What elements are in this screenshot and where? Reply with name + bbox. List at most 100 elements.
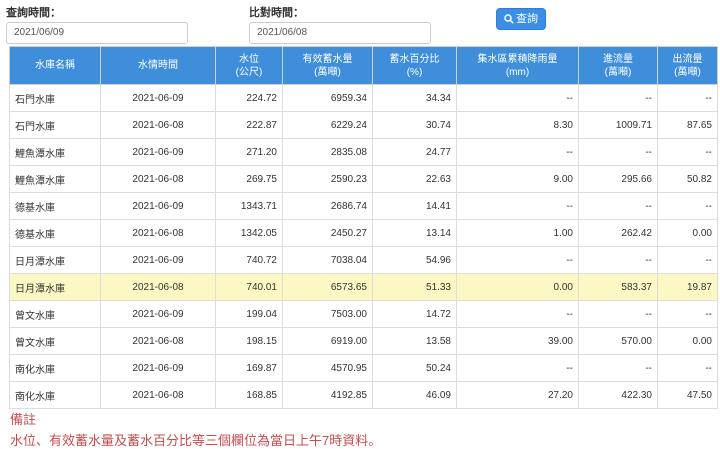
query-time-label: 查詢時間： <box>6 7 61 19</box>
water-time-cell: 2021-06-09 <box>100 354 216 382</box>
inflow-cell: -- <box>578 246 658 274</box>
table-row: 日月潭水庫 2021-06-09 740.72 7038.04 54.96 -- -- -- <box>9 246 718 274</box>
reservoir-name-cell: 德基水庫 <box>9 192 101 220</box>
storage-percentage-cell: 14.72 <box>372 300 457 328</box>
water-time-cell: 2021-06-09 <box>100 138 216 166</box>
column-header: 蓄水百分比 (%) <box>372 46 457 85</box>
catchment-rainfall-cell: -- <box>456 84 579 112</box>
water-level-cell: 740.01 <box>215 273 283 301</box>
water-level-cell: 168.85 <box>215 381 283 409</box>
column-header-text: (公尺) <box>235 66 263 78</box>
outflow-cell: 0.00 <box>657 327 718 355</box>
column-header-text: (萬噸) <box>604 66 632 78</box>
effective-storage-cell: 2590.23 <box>282 165 373 193</box>
inflow-cell: -- <box>578 354 658 382</box>
table-row: 南化水庫 2021-06-08 168.85 4192.85 46.09 27.20 422… <box>9 381 718 409</box>
water-level-cell: 169.87 <box>215 354 283 382</box>
inflow-cell: -- <box>578 192 658 220</box>
storage-percentage-cell: 46.09 <box>372 381 457 409</box>
outflow-cell: 50.82 <box>657 165 718 193</box>
water-level-cell: 222.87 <box>215 111 283 139</box>
column-header-text: (萬噸) <box>314 66 341 78</box>
water-time-cell: 2021-06-08 <box>100 219 216 247</box>
column-header: 有效蓄水量 (萬噸) <box>282 46 373 85</box>
effective-storage-cell: 2686.74 <box>282 192 373 220</box>
water-time-cell: 2021-06-08 <box>100 327 216 355</box>
table-row: 日月潭水庫 2021-06-08 740.01 6573.65 51.33 0.00 583… <box>9 273 718 301</box>
inflow-cell: 1009.71 <box>578 111 658 139</box>
reservoir-name-cell: 南化水庫 <box>9 354 101 382</box>
catchment-rainfall-cell: -- <box>456 300 579 328</box>
query-time-input[interactable]: 2021/06/09 <box>6 22 188 44</box>
outflow-cell: 19.87 <box>657 273 718 301</box>
inflow-cell: -- <box>578 84 658 112</box>
table-row: 石門水庫 2021-06-08 222.87 6229.24 30.74 8.30 1009… <box>9 111 718 139</box>
table-row: 曾文水庫 2021-06-08 198.15 6919.00 13.58 39.00 570… <box>9 327 718 355</box>
search-icon <box>504 14 514 24</box>
water-time-cell: 2021-06-09 <box>100 192 216 220</box>
table-row: 鯉魚潭水庫 2021-06-08 269.75 2590.23 22.63 9.00 295… <box>9 165 718 193</box>
water-level-cell: 1343.71 <box>215 192 283 220</box>
storage-percentage-cell: 14.41 <box>372 192 457 220</box>
storage-percentage-cell: 51.33 <box>372 273 457 301</box>
table-header: 水庫名稱 水情時間 水位 (公尺) 有效蓄水量 (萬噸) 蓄水百分比 (%) 集水區累積降雨量(… <box>9 46 718 85</box>
storage-percentage-cell: 13.14 <box>372 219 457 247</box>
compare-time-input[interactable]: 2021/06/08 <box>249 22 431 44</box>
water-level-cell: 199.04 <box>215 300 283 328</box>
outflow-cell: 47.50 <box>657 381 718 409</box>
column-header-text: 集水區累積降雨量 <box>477 53 558 65</box>
table-body: 石門水庫 2021-06-09 224.72 6959.34 34.34 -- -- -- 石門… <box>9 84 718 409</box>
outflow-cell: -- <box>657 354 718 382</box>
effective-storage-cell: 2835.08 <box>282 138 373 166</box>
outflow-cell: -- <box>657 138 718 166</box>
header-row: 水庫名稱 水情時間 水位 (公尺) 有效蓄水量 (萬噸) 蓄水百分比 (%) 集水區累積降雨量(… <box>9 46 718 85</box>
storage-percentage-cell: 22.63 <box>372 165 457 193</box>
column-header-text: 有效蓄水量 <box>302 53 353 65</box>
effective-storage-cell: 6919.00 <box>282 327 373 355</box>
effective-storage-cell: 2450.27 <box>282 219 373 247</box>
column-header: 出流量 (萬噸) <box>657 46 718 85</box>
water-level-cell: 271.20 <box>215 138 283 166</box>
storage-percentage-cell: 13.58 <box>372 327 457 355</box>
reservoir-name-cell: 曾文水庫 <box>9 300 101 328</box>
table-row: 南化水庫 2021-06-09 169.87 4570.95 50.24 -- -- -- <box>9 354 718 382</box>
catchment-rainfall-cell: -- <box>456 354 579 382</box>
catchment-rainfall-cell: -- <box>456 246 579 274</box>
note-title: 備註 <box>10 412 37 427</box>
effective-storage-cell: 7038.04 <box>282 246 373 274</box>
water-time-cell: 2021-06-09 <box>100 84 216 112</box>
reservoir-name-cell: 石門水庫 <box>9 111 101 139</box>
column-header: 水情時間 <box>100 46 216 85</box>
column-header-text: 進流量 <box>603 53 633 65</box>
column-header: 進流量 (萬噸) <box>578 46 658 85</box>
table-row: 石門水庫 2021-06-09 224.72 6959.34 34.34 -- -- -- <box>9 84 718 112</box>
table-row: 鯉魚潭水庫 2021-06-09 271.20 2835.08 24.77 -- -- -- <box>9 138 718 166</box>
storage-percentage-cell: 30.74 <box>372 111 457 139</box>
catchment-rainfall-cell: -- <box>456 138 579 166</box>
effective-storage-cell: 6959.34 <box>282 84 373 112</box>
catchment-rainfall-cell: 0.00 <box>456 273 579 301</box>
reservoir-name-cell: 石門水庫 <box>9 84 101 112</box>
water-time-cell: 2021-06-08 <box>100 111 216 139</box>
column-header-text: 出流量 <box>672 53 703 65</box>
reservoir-name-cell: 德基水庫 <box>9 219 101 247</box>
water-time-cell: 2021-06-08 <box>100 165 216 193</box>
search-button[interactable]: 查詢 <box>496 8 546 30</box>
outflow-cell: 87.65 <box>657 111 718 139</box>
storage-percentage-cell: 54.96 <box>372 246 457 274</box>
storage-percentage-cell: 34.34 <box>372 84 457 112</box>
catchment-rainfall-cell: -- <box>456 192 579 220</box>
column-header-text: 蓄水百分比 <box>389 53 440 65</box>
inflow-cell: 295.66 <box>578 165 658 193</box>
catchment-rainfall-cell: 9.00 <box>456 165 579 193</box>
search-button-label: 查詢 <box>516 13 538 25</box>
reservoir-name-cell: 日月潭水庫 <box>9 273 101 301</box>
outflow-cell: -- <box>657 246 718 274</box>
water-time-cell: 2021-06-09 <box>100 300 216 328</box>
inflow-cell: 422.30 <box>578 381 658 409</box>
effective-storage-cell: 4192.85 <box>282 381 373 409</box>
water-level-cell: 740.72 <box>215 246 283 274</box>
outflow-cell: -- <box>657 300 718 328</box>
table-row: 德基水庫 2021-06-09 1343.71 2686.74 14.41 -- -- -- <box>9 192 718 220</box>
inflow-cell: 262.42 <box>578 219 658 247</box>
